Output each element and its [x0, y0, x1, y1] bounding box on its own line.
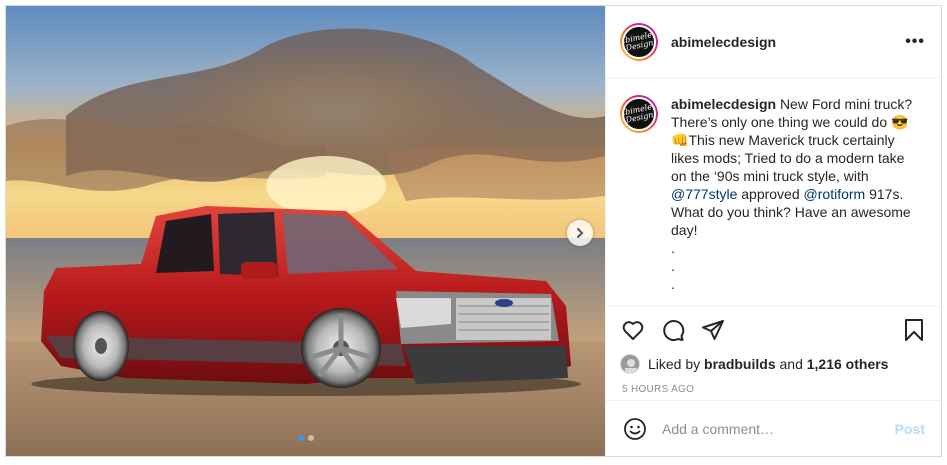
comment-button[interactable] [660, 317, 686, 343]
caption-part: approved [737, 186, 804, 202]
like-button[interactable] [620, 317, 646, 343]
caption-username[interactable]: abimelecdesign [671, 96, 776, 112]
post-photo [6, 6, 605, 456]
liker-username[interactable]: bradbuilds [704, 356, 776, 372]
save-button[interactable] [901, 317, 927, 343]
caption-area: Abimelec Design abimelecdesign New Ford … [606, 78, 941, 306]
liker-avatar[interactable] [620, 354, 640, 374]
mention-link[interactable]: @777style [671, 186, 737, 202]
comment-input[interactable] [662, 420, 895, 437]
avatar-logo: Abimelec Design [622, 101, 656, 125]
bookmark-icon [905, 318, 923, 341]
avatar-logo: Abimelec Design [622, 28, 656, 53]
likes-summary: Liked by bradbuilds and 1,216 others [606, 352, 941, 376]
emoji-icon [624, 417, 646, 440]
emoji-button[interactable] [622, 416, 648, 442]
carousel-dot [307, 435, 314, 441]
post-sidebar: Abimelec Design abimelecdesign ••• Abime… [605, 6, 941, 456]
header-username[interactable]: abimelecdesign [671, 34, 905, 50]
post-comment-button[interactable]: Post [895, 421, 925, 437]
caption-text: abimelecdesign New Ford mini truck? Ther… [671, 95, 921, 306]
carousel-indicator [6, 435, 605, 441]
comment-icon [663, 319, 685, 341]
post-media[interactable] [6, 6, 605, 456]
chevron-right-icon [577, 228, 584, 238]
more-horizontal-icon[interactable]: ••• [905, 33, 925, 51]
carousel-next-button[interactable] [567, 220, 593, 246]
heart-icon [622, 320, 644, 340]
likes-prefix: Liked by [648, 356, 701, 372]
share-button[interactable] [700, 317, 726, 343]
avatar[interactable]: Abimelec Design [620, 22, 658, 61]
likes-middle: and [779, 356, 803, 372]
caption-avatar[interactable]: Abimelec Design [620, 95, 658, 133]
instagram-post: Abimelec Design abimelecdesign ••• Abime… [5, 5, 942, 457]
caption-part: This new Maverick truck certainly likes … [671, 132, 905, 184]
post-header: Abimelec Design abimelecdesign ••• [606, 6, 941, 78]
mention-link[interactable]: @rotiform [804, 186, 866, 202]
share-icon [702, 319, 724, 340]
caption-dot: . [671, 240, 675, 256]
likes-count[interactable]: 1,216 others [807, 356, 889, 372]
action-bar [606, 306, 941, 352]
caption-dot: . [671, 276, 675, 292]
comment-form: Post [606, 400, 941, 456]
carousel-dot-active [297, 435, 304, 441]
caption-dot: . [671, 258, 675, 274]
